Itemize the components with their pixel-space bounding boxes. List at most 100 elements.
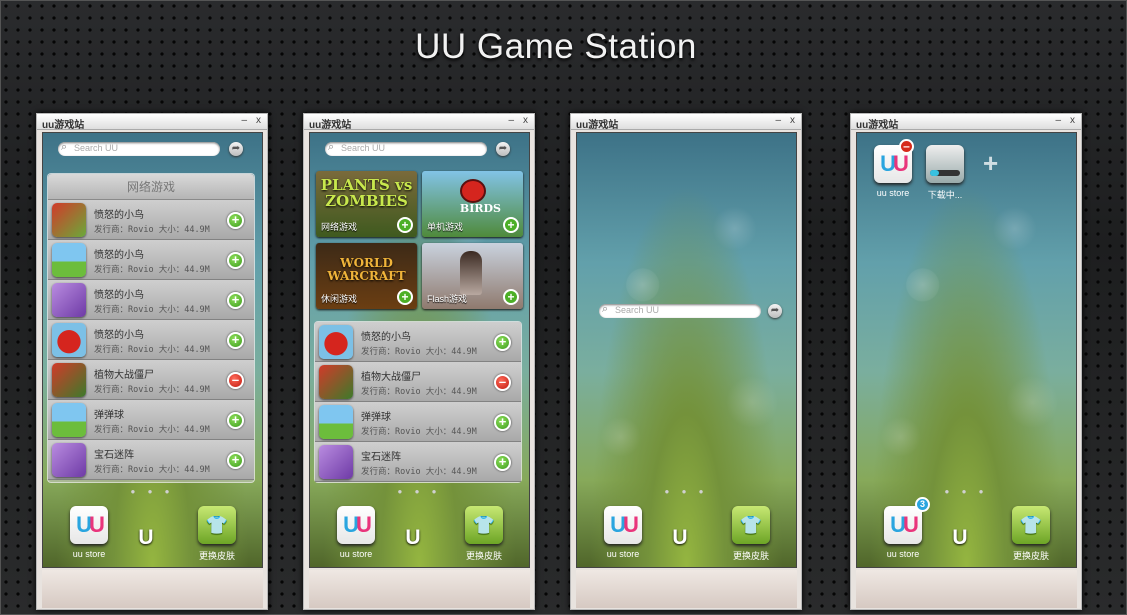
game-list-item[interactable]: 宝石迷阵 发行商：Rovio 大小：44.9M +: [315, 442, 521, 482]
app-window-categories[interactable]: uu游戏站 – x ⌕ Search UU ➦ PLANTS vs ZOMBIE…: [303, 113, 535, 610]
category-header[interactable]: 网络游戏: [48, 174, 254, 200]
search-go-icon[interactable]: ➦: [229, 142, 243, 156]
birds-art-text: BIRDS: [459, 202, 501, 215]
desktop-uu-store[interactable]: UU uu store: [863, 145, 923, 198]
game-name: 宝石迷阵: [94, 450, 134, 461]
add-icon[interactable]: +: [494, 414, 511, 431]
window-bottom-bar: [309, 570, 530, 608]
category-tile-label: Flash游戏: [427, 294, 468, 304]
shirt-icon: 👕: [465, 506, 503, 544]
game-list-item[interactable]: 愤怒的小鸟 发行商：Rovio 大小：44.9M +: [48, 200, 254, 240]
uu-logo-icon: U: [672, 526, 688, 549]
window-titlebar[interactable]: uu游戏站 – x: [37, 114, 267, 131]
minimize-button[interactable]: –: [508, 115, 514, 126]
add-icon[interactable]: +: [503, 217, 519, 233]
add-icon[interactable]: +: [503, 289, 519, 305]
add-icon[interactable]: +: [494, 334, 511, 351]
page-indicator[interactable]: ● ● ●: [43, 487, 262, 496]
add-icon[interactable]: +: [227, 292, 244, 309]
close-button[interactable]: x: [256, 115, 261, 126]
game-list-panel: 愤怒的小鸟 发行商：Rovio 大小：44.9M + 植物大战僵尸 发行商：Rovio …: [314, 321, 522, 483]
category-tile-single[interactable]: BIRDS 单机游戏 +: [422, 171, 523, 237]
uu-store-button[interactable]: UU uu store: [593, 506, 653, 559]
change-skin-button[interactable]: 👕 更换皮肤: [721, 506, 781, 562]
page-indicator[interactable]: ● ● ●: [310, 487, 529, 496]
app-window-list[interactable]: uu游戏站 – x ⌕ Search UU ➦ 网络游戏 愤怒的小鸟 发行商：Ro…: [36, 113, 268, 610]
app-window-search[interactable]: uu游戏站 – x ⌕ Search UU ➦ ● ● ● UU uu stor…: [570, 113, 802, 610]
game-publisher-info: 发行商：Rovio 大小：44.9M: [361, 347, 477, 357]
window-titlebar[interactable]: uu游戏站 – x: [851, 114, 1081, 131]
search-input[interactable]: ⌕ Search UU: [325, 141, 487, 156]
minimize-button[interactable]: –: [1055, 115, 1061, 126]
category-tile-label: 休闲游戏: [321, 294, 358, 304]
game-name: 愤怒的小鸟: [94, 210, 144, 221]
downloading-app[interactable]: 下载中...: [915, 145, 975, 201]
remove-badge-icon[interactable]: –: [899, 139, 914, 154]
search-placeholder: Search UU: [341, 143, 386, 153]
add-icon[interactable]: +: [227, 412, 244, 429]
uu-store-button[interactable]: UU uu store: [873, 506, 933, 559]
game-list-item[interactable]: 愤怒的小鸟 发行商：Rovio 大小：44.9M +: [48, 240, 254, 280]
search-input[interactable]: ⌕ Search UU: [599, 303, 761, 318]
game-list-item[interactable]: 愤怒的小鸟 发行商：Rovio 大小：44.9M +: [48, 320, 254, 360]
add-icon[interactable]: +: [397, 217, 413, 233]
window-title: uu游戏站: [856, 120, 899, 131]
category-tile-casual[interactable]: WORLD WARCRAFT 休闲游戏 +: [316, 243, 417, 309]
window-title: uu游戏站: [42, 120, 85, 131]
game-name: 弹弹球: [361, 412, 391, 423]
change-skin-button[interactable]: 👕 更换皮肤: [1001, 506, 1061, 562]
close-button[interactable]: x: [523, 115, 528, 126]
minimize-button[interactable]: –: [241, 115, 247, 126]
uu-store-icon: UU: [70, 506, 108, 544]
remove-icon[interactable]: –: [227, 372, 244, 389]
game-list-item[interactable]: 愤怒的小鸟 发行商：Rovio 大小：44.9M +: [48, 280, 254, 320]
add-icon[interactable]: +: [227, 332, 244, 349]
game-publisher-info: 发行商：Rovio 大小：44.9M: [94, 385, 210, 395]
add-icon[interactable]: +: [227, 252, 244, 269]
page-title: UU Game Station: [415, 27, 697, 66]
angry-bird-art: [460, 179, 486, 203]
page-indicator[interactable]: ● ● ●: [857, 487, 1076, 496]
game-list-item[interactable]: 愤怒的小鸟 发行商：Rovio 大小：44.9M +: [315, 322, 521, 362]
game-list-item[interactable]: 植物大战僵尸 发行商：Rovio 大小：44.9M –: [315, 362, 521, 402]
game-name: 愤怒的小鸟: [94, 330, 144, 341]
angry-bird-icon: [319, 325, 353, 359]
search-input[interactable]: ⌕ Search UU: [58, 141, 220, 156]
add-icon[interactable]: +: [227, 212, 244, 229]
add-app-icon[interactable]: +: [983, 148, 998, 179]
category-tile-online[interactable]: PLANTS vs ZOMBIES 网络游戏 +: [316, 171, 417, 237]
bird-zombie-icon: [52, 203, 86, 237]
jewel-icon: [52, 283, 86, 317]
game-list-item[interactable]: 植物大战僵尸 发行商：Rovio 大小：44.9M –: [48, 360, 254, 400]
download-progress-track: [930, 170, 960, 176]
downloading-label: 下载中...: [927, 190, 963, 200]
window-titlebar[interactable]: uu游戏站 – x: [304, 114, 534, 131]
remove-icon[interactable]: –: [494, 374, 511, 391]
app-window-desktop[interactable]: uu游戏站 – x UU uu store – 下载中... + ● ● ● U…: [850, 113, 1082, 610]
change-skin-button[interactable]: 👕 更换皮肤: [454, 506, 514, 562]
search-go-icon[interactable]: ➦: [768, 304, 782, 318]
character-art: [460, 251, 482, 295]
uu-store-label: uu store: [72, 549, 106, 559]
game-publisher-info: 发行商：Rovio 大小：44.9M: [94, 425, 210, 435]
uu-store-button[interactable]: UU uu store: [326, 506, 386, 559]
game-list-item[interactable]: 弹弹球 发行商：Rovio 大小：44.9M +: [315, 402, 521, 442]
category-tile-flash[interactable]: Flash游戏 +: [422, 243, 523, 309]
add-icon[interactable]: +: [227, 452, 244, 469]
uu-logo-icon: U: [405, 526, 421, 549]
add-icon[interactable]: +: [494, 454, 511, 471]
game-list-item[interactable]: 弹弹球 发行商：Rovio 大小：44.9M +: [48, 400, 254, 440]
window-bottom-bar: [42, 570, 263, 608]
game-list-item[interactable]: 宝石迷阵 发行商：Rovio 大小：44.9M +: [48, 440, 254, 480]
window-titlebar[interactable]: uu游戏站 – x: [571, 114, 801, 131]
add-icon[interactable]: +: [397, 289, 413, 305]
page-indicator[interactable]: ● ● ●: [577, 487, 796, 496]
minimize-button[interactable]: –: [775, 115, 781, 126]
category-tile-label: 单机游戏: [427, 222, 464, 232]
change-skin-label: 更换皮肤: [732, 551, 769, 561]
search-go-icon[interactable]: ➦: [496, 142, 510, 156]
close-button[interactable]: x: [1070, 115, 1075, 126]
close-button[interactable]: x: [790, 115, 795, 126]
change-skin-button[interactable]: 👕 更换皮肤: [187, 506, 247, 562]
uu-store-button[interactable]: UU uu store: [59, 506, 119, 559]
